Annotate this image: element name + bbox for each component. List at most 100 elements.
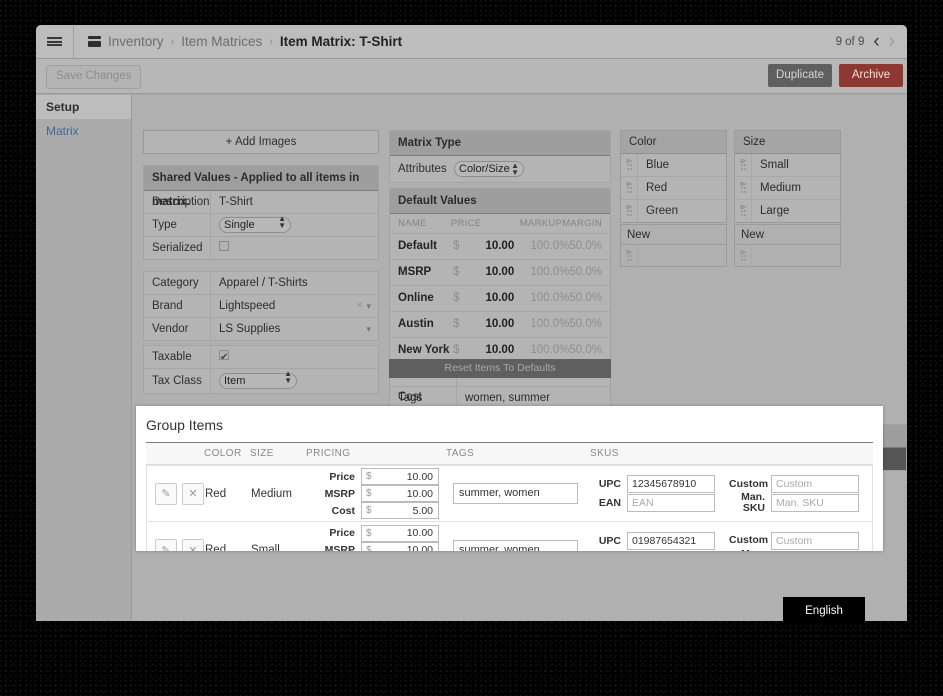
table-row: Austin $ 10.00 100.0% 50.0%	[390, 312, 610, 338]
type-select[interactable]: Single	[219, 217, 291, 233]
drag-handle-icon[interactable]	[621, 154, 638, 176]
vendor-value-cell[interactable]: LS Supplies ▾	[210, 318, 378, 340]
brand-label: Brand	[152, 300, 183, 312]
man-sku-row: Man. SKU Man. SKU	[729, 492, 869, 514]
man-sku-input[interactable]: Man. SKU	[771, 494, 859, 512]
msrp-row: MSRP $ 10.00	[307, 541, 447, 551]
brand-dropdown-icon[interactable]: ▾	[366, 295, 378, 317]
msrp-input[interactable]: $ 10.00	[361, 541, 439, 551]
shared-values-panel: Shared Values - Applied to all items in …	[143, 165, 379, 260]
tags-input[interactable]: summer, women	[453, 483, 578, 504]
archive-button[interactable]: Archive	[839, 64, 903, 87]
row-size: Medium	[251, 487, 292, 500]
description-input[interactable]: T-Shirt	[210, 191, 378, 213]
drag-handle-icon[interactable]	[621, 200, 638, 222]
attributes-select-wrapper: Color/Size ▲ ▼	[454, 161, 524, 177]
reset-items-to-defaults-button[interactable]: Reset Items To Defaults	[389, 359, 611, 378]
margin-value: 50.0%	[569, 292, 602, 304]
price-level-name: Online	[398, 292, 434, 304]
breadcrumb-item-inventory[interactable]: Inventory	[108, 34, 164, 49]
breadcrumb: Inventory › Item Matrices › Item Matrix:…	[88, 25, 402, 58]
vendor-input[interactable]: LS Supplies	[219, 318, 366, 340]
custom-input[interactable]: Custom	[771, 475, 859, 493]
margin-value: 50.0%	[569, 266, 602, 278]
prev-record-icon[interactable]: ‹	[873, 32, 879, 51]
price-input[interactable]: 10.00	[465, 286, 514, 311]
list-item[interactable]: Green	[621, 200, 726, 222]
taxable-checkbox[interactable]	[219, 347, 229, 369]
tax-panel: Taxable Tax Class Item ▲▼	[143, 345, 379, 394]
tax-class-select-wrapper: Item ▲ ▼	[219, 369, 297, 393]
price-input[interactable]: $ 10.00	[361, 524, 439, 542]
size-new-row[interactable]	[734, 244, 841, 267]
currency-symbol: $	[453, 240, 460, 252]
drag-handle-icon[interactable]	[621, 177, 638, 199]
brand-input[interactable]: Lightspeed	[219, 295, 357, 317]
upc-row: UPC 12345678910	[591, 475, 719, 494]
close-x-icon[interactable]: ✕	[182, 539, 204, 551]
serialized-value-cell	[210, 237, 378, 259]
table-row: ✎ ✕ Red Medium Price $ 10.00 MSRP $ 10.0…	[146, 465, 873, 522]
duplicate-button[interactable]: Duplicate	[768, 64, 832, 87]
color-option-label: Blue	[646, 159, 670, 171]
tax-class-select[interactable]: Item	[219, 373, 297, 389]
upc-input[interactable]: 12345678910	[627, 475, 715, 493]
list-item[interactable]: Large	[735, 200, 840, 222]
table-row: MSRP $ 10.00 100.0% 50.0%	[390, 260, 610, 286]
col-name: NAME	[398, 218, 427, 229]
man-sku-input[interactable]: Man. SKU	[771, 550, 859, 551]
drag-handle-icon[interactable]	[735, 154, 752, 176]
brand-value-cell[interactable]: Lightspeed × ▾	[210, 295, 378, 317]
drag-handle-icon[interactable]	[621, 244, 638, 267]
next-record-icon[interactable]: ›	[889, 32, 895, 51]
category-link[interactable]: Apparel / T-Shirts	[210, 272, 378, 294]
sidebar-item-matrix[interactable]: Matrix	[36, 119, 131, 143]
cost-input[interactable]: $ 5.00	[361, 502, 439, 519]
price-input[interactable]: 10.00	[465, 260, 514, 285]
type-row: Type Single ▲ ▼	[144, 214, 378, 237]
drag-handle-icon[interactable]	[735, 200, 752, 222]
list-item[interactable]: Small	[735, 154, 840, 177]
hamburger-menu-icon[interactable]	[36, 25, 74, 58]
price-level-name: Austin	[398, 318, 434, 330]
custom-input[interactable]: Custom	[771, 531, 859, 550]
ean-input[interactable]: EAN	[627, 494, 715, 512]
clear-brand-icon[interactable]: ×	[357, 295, 363, 317]
pencil-icon[interactable]: ✎	[155, 539, 177, 551]
col-pricing: PRICING	[306, 448, 351, 459]
col-size: SIZE	[250, 448, 274, 459]
serialized-checkbox[interactable]	[219, 241, 229, 251]
list-item[interactable]: Medium	[735, 177, 840, 200]
drag-handle-icon[interactable]	[735, 244, 752, 267]
price-input[interactable]: 10.00	[465, 234, 514, 259]
drag-handle-icon[interactable]	[735, 177, 752, 199]
tags-input[interactable]: summer, women	[453, 539, 578, 551]
size-option-label: Small	[760, 159, 789, 171]
list-item[interactable]: Blue	[621, 154, 726, 177]
pencil-icon[interactable]: ✎	[155, 482, 177, 505]
add-images-button[interactable]: + Add Images	[143, 130, 379, 154]
save-changes-button[interactable]: Save Changes	[46, 65, 142, 89]
size-attribute-panel: Size Small Medium Large New	[734, 130, 841, 267]
price-input[interactable]: 10.00	[465, 312, 514, 337]
sku-codes-group: UPC 12345678910 EAN EAN	[591, 475, 719, 513]
cost-row: Cost $ 5.00	[307, 502, 447, 519]
row-pricing: Price $ 10.00 MSRP $ 10.00	[307, 524, 447, 551]
vendor-dropdown-icon[interactable]: ▾	[366, 318, 378, 340]
type-value-cell: Single ▲ ▼	[210, 214, 378, 236]
close-x-icon[interactable]: ✕	[182, 482, 204, 505]
list-item[interactable]: Red	[621, 177, 726, 200]
row-size: Small	[251, 544, 280, 551]
col-actions	[146, 443, 204, 464]
breadcrumb-item-item-matrices[interactable]: Item Matrices	[181, 34, 262, 49]
price-input[interactable]: $ 10.00	[361, 468, 439, 485]
msrp-input[interactable]: $ 10.00	[361, 485, 439, 502]
ean-input[interactable]: EAN	[627, 550, 715, 551]
breadcrumb-separator-icon: ›	[269, 35, 273, 48]
sidebar-item-setup[interactable]: Setup	[36, 95, 131, 119]
attributes-select[interactable]: Color/Size	[454, 161, 524, 177]
matrix-type-panel: Matrix Type Attributes Color/Size ▲ ▼	[389, 130, 611, 183]
color-new-row[interactable]	[620, 244, 727, 267]
language-tooltip: English	[783, 597, 865, 625]
upc-input[interactable]: 01987654321	[627, 531, 715, 550]
